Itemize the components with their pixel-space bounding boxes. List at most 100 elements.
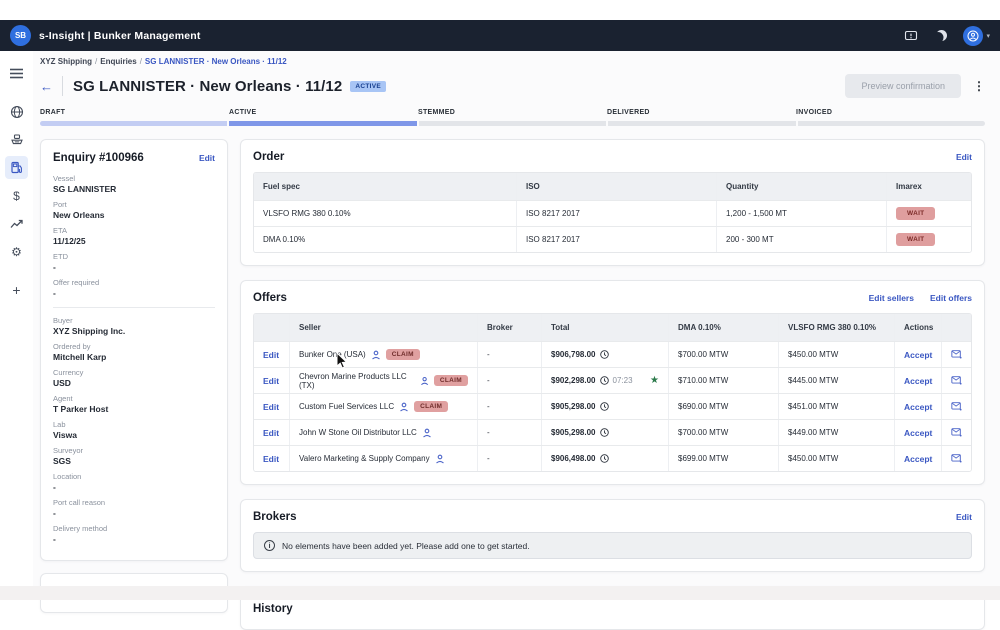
field-location: Location- (53, 472, 215, 493)
field-surveyor: SurveyorSGS (53, 446, 215, 467)
send-offer-email-icon[interactable] (941, 394, 971, 419)
add-icon[interactable]: + (5, 278, 28, 301)
offer-validity-timer: 07:23 (613, 376, 633, 385)
user-menu[interactable]: ▾ (963, 26, 990, 46)
validity-clock-icon (600, 376, 609, 385)
breadcrumb-item[interactable]: XYZ Shipping (40, 57, 92, 66)
settings-gear-icon[interactable]: ⚙ (5, 240, 28, 263)
validity-clock-icon (600, 428, 609, 437)
preview-confirmation-button[interactable]: Preview confirmation (845, 74, 961, 98)
breadcrumb: XYZ Shipping/Enquiries/SG LANNISTER · Ne… (40, 57, 985, 66)
offers-col-actions: Actions (894, 314, 941, 341)
step-stemmed: STEMMED (418, 109, 607, 116)
field-currency: CurrencyUSD (53, 368, 215, 389)
page-title: SG LANNISTER · New Orleans · 11/12 (73, 78, 342, 95)
breadcrumb-item[interactable]: Enquiries (100, 57, 136, 66)
brokers-edit-link[interactable]: Edit (956, 512, 972, 522)
accept-link[interactable]: Accept (894, 368, 941, 393)
contact-person-icon[interactable] (422, 428, 432, 438)
field-etd: ETD- (53, 252, 215, 273)
offer-row: Edit Custom Fuel Services LLC CLAIM - $9… (254, 393, 971, 419)
order-row: VLSFO RMG 380 0.10% ISO 8217 2017 1,200 … (254, 200, 971, 226)
order-col-quantity: Quantity (716, 173, 886, 200)
accept-link[interactable]: Accept (894, 446, 941, 471)
order-col-imarex: Imarex (886, 173, 971, 200)
order-title: Order (253, 151, 284, 163)
vessel-icon[interactable] (5, 128, 28, 151)
order-section: Order Edit Fuel spec ISO Quantity Imarex… (240, 139, 985, 266)
send-offer-email-icon[interactable] (941, 446, 971, 471)
field-buyer: BuyerXYZ Shipping Inc. (53, 316, 215, 337)
contact-person-icon[interactable] (399, 402, 409, 412)
info-icon: i (264, 540, 275, 551)
enquiry-edit-link[interactable]: Edit (199, 153, 215, 163)
edit-sellers-link[interactable]: Edit sellers (869, 293, 914, 303)
offers-col-total: Total (541, 314, 668, 341)
field-offer-required: Offer required- (53, 278, 215, 299)
imarex-wait-badge[interactable]: WAIT (896, 207, 935, 220)
order-col-fuel-spec: Fuel spec (254, 173, 516, 200)
offer-edit-link[interactable]: Edit (254, 368, 289, 393)
offers-title: Offers (253, 292, 287, 304)
divider (53, 307, 215, 308)
globe-icon[interactable] (5, 100, 28, 123)
step-invoiced: INVOICED (796, 109, 985, 116)
status-stepper: DRAFT ACTIVE STEMMED DELIVERED INVOICED (40, 109, 985, 126)
enquiry-panel: Enquiry #100966 Edit VesselSG LANNISTER … (40, 139, 228, 561)
order-col-iso: ISO (516, 173, 716, 200)
kebab-menu-icon[interactable]: ⋮ (973, 79, 985, 93)
field-agent: AgentT Parker Host (53, 394, 215, 415)
status-badge: ACTIVE (350, 81, 386, 92)
app-logo-initials: SB (15, 31, 26, 40)
progress-bar (40, 121, 985, 126)
offer-total: $905,298.00 (551, 428, 596, 437)
offer-edit-link[interactable]: Edit (254, 342, 289, 367)
menu-icon[interactable] (5, 62, 28, 85)
edit-offers-link[interactable]: Edit offers (930, 293, 972, 303)
contact-person-icon[interactable] (435, 454, 445, 464)
step-delivered: DELIVERED (607, 109, 796, 116)
accept-link[interactable]: Accept (894, 394, 941, 419)
finance-icon[interactable]: $ (5, 184, 28, 207)
field-port: PortNew Orleans (53, 200, 215, 221)
market-trends-icon[interactable] (5, 212, 28, 235)
imarex-wait-badge[interactable]: WAIT (896, 233, 935, 246)
claim-badge[interactable]: CLAIM (434, 375, 468, 386)
offer-total: $905,298.00 (551, 402, 596, 411)
offer-total: $906,498.00 (551, 454, 596, 463)
accept-link[interactable]: Accept (894, 420, 941, 445)
send-offer-email-icon[interactable] (941, 342, 971, 367)
avatar (963, 26, 983, 46)
step-active: ACTIVE (229, 109, 418, 116)
app-title: s-Insight | Bunker Management (39, 30, 201, 42)
bunker-fuel-icon[interactable] (5, 156, 28, 179)
claim-badge[interactable]: CLAIM (414, 401, 448, 412)
offers-col-vlsfo: VLSFO RMG 380 0.10% (778, 314, 894, 341)
send-offer-email-icon[interactable] (941, 368, 971, 393)
offer-edit-link[interactable]: Edit (254, 446, 289, 471)
feedback-icon[interactable] (903, 28, 919, 44)
order-table: Fuel spec ISO Quantity Imarex VLSFO RMG … (253, 172, 972, 253)
send-offer-email-icon[interactable] (941, 420, 971, 445)
dark-mode-icon[interactable] (933, 28, 949, 44)
back-button[interactable]: ← (40, 79, 53, 94)
claim-badge[interactable]: CLAIM (386, 349, 420, 360)
offer-edit-link[interactable]: Edit (254, 394, 289, 419)
step-draft: DRAFT (40, 109, 229, 116)
field-lab: LabViswa (53, 420, 215, 441)
contact-person-icon[interactable] (420, 376, 429, 386)
order-edit-link[interactable]: Edit (956, 152, 972, 162)
accept-link[interactable]: Accept (894, 342, 941, 367)
offers-col-seller: Seller (289, 314, 477, 341)
offers-section: Offers Edit sellers Edit offers Seller B… (240, 280, 985, 485)
offer-edit-link[interactable]: Edit (254, 420, 289, 445)
field-ordered-by: Ordered byMitchell Karp (53, 342, 215, 363)
app-logo[interactable]: SB (10, 25, 31, 46)
offers-table: Seller Broker Total DMA 0.10% VLSFO RMG … (253, 313, 972, 472)
order-row: DMA 0.10% ISO 8217 2017 200 - 300 MT WAI… (254, 226, 971, 252)
seller-name: Bunker One (USA) (299, 350, 366, 359)
contact-person-icon[interactable] (371, 350, 381, 360)
history-title: History (253, 603, 293, 615)
top-navbar: SB s-Insight | Bunker Management ▾ (0, 20, 1000, 51)
chevron-down-icon: ▾ (986, 32, 990, 40)
